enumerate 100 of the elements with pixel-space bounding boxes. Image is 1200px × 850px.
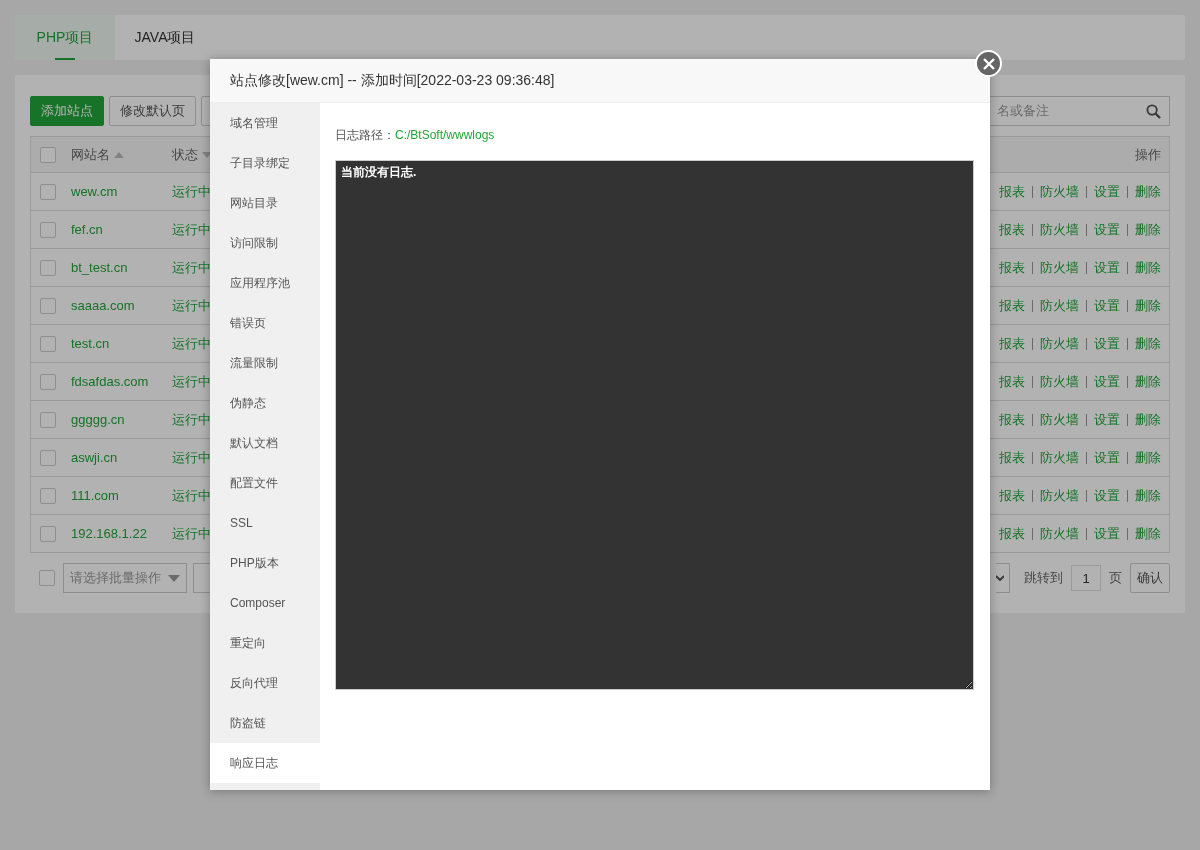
action-link[interactable]: 报表 [999,181,1025,202]
site-name-link[interactable]: aswji.cn [71,447,172,468]
caret-icon [996,575,1004,581]
column-header: 网站名 [71,145,110,164]
action-link[interactable]: 设置 [1094,447,1120,468]
action-link[interactable]: 设置 [1094,219,1120,240]
sidebar-item[interactable]: 默认文档 [210,423,320,463]
sidebar-item[interactable]: 响应日志 [210,743,320,783]
sidebar-item[interactable]: 应用程序池 [210,263,320,303]
tab[interactable]: PHP项目 [15,15,115,60]
action-link[interactable]: 设置 [1094,295,1120,316]
sidebar-item[interactable]: 网站目录 [210,183,320,223]
action-link[interactable]: 删除 [1135,523,1161,544]
action-link[interactable]: 设置 [1094,485,1120,506]
action-link[interactable]: 删除 [1135,295,1161,316]
action-link[interactable]: 报表 [999,409,1025,430]
action-link[interactable]: 设置 [1094,333,1120,354]
action-link[interactable]: 防火墙 [1040,447,1079,468]
sidebar-item[interactable]: 子目录绑定 [210,143,320,183]
action-link[interactable]: 报表 [999,447,1025,468]
checkbox[interactable] [40,525,56,542]
action-link[interactable]: 报表 [999,333,1025,354]
action-link[interactable]: 删除 [1135,219,1161,240]
site-name-link[interactable]: fef.cn [71,219,172,240]
site-name-link[interactable]: 111.com [71,485,172,506]
action-link[interactable]: 防火墙 [1040,523,1079,544]
site-name-link[interactable]: ggggg.cn [71,409,172,430]
action-link[interactable]: 删除 [1135,447,1161,468]
checkbox[interactable] [40,449,56,466]
action-link[interactable]: 删除 [1135,257,1161,278]
site-name-link[interactable]: test.cn [71,333,172,354]
sort-up-icon[interactable] [114,150,124,159]
log-path-link[interactable]: C:/BtSoft/wwwlogs [395,128,495,142]
log-textarea[interactable]: 当前没有日志. [335,159,974,690]
action-link[interactable]: 删除 [1135,333,1161,354]
caret-icon [168,574,180,582]
site-name-link[interactable]: saaaa.com [71,295,172,316]
checkbox[interactable] [40,146,56,163]
action-link[interactable]: 防火墙 [1040,371,1079,392]
action-link[interactable]: 删除 [1135,485,1161,506]
action-link[interactable]: 设置 [1094,371,1120,392]
checkbox[interactable] [40,487,56,504]
sidebar-item[interactable]: 错误页 [210,303,320,343]
checkbox[interactable] [40,183,56,200]
action-link[interactable]: 设置 [1094,257,1120,278]
action-link[interactable]: 报表 [999,219,1025,240]
sidebar-item[interactable]: 访问限制 [210,223,320,263]
action-link[interactable]: 报表 [999,523,1025,544]
site-name-link[interactable]: wew.cm [71,181,172,202]
page-input[interactable]: 1 [1071,565,1101,591]
search-icon[interactable] [1146,103,1161,119]
sidebar-item[interactable]: 配置文件 [210,463,320,503]
sidebar-item[interactable]: 伪静态 [210,383,320,423]
page-size-select[interactable] [996,563,1010,593]
sidebar-item[interactable]: Composer [210,583,320,623]
action-link[interactable]: 防火墙 [1040,181,1079,202]
checkbox[interactable] [40,221,56,238]
action-link[interactable]: 删除 [1135,371,1161,392]
sidebar-item[interactable]: 重定向 [210,623,320,663]
action-link[interactable]: 防火墙 [1040,219,1079,240]
tab[interactable]: JAVA项目 [115,15,215,60]
site-name-link[interactable]: bt_test.cn [71,257,172,278]
action-link[interactable]: 防火墙 [1040,409,1079,430]
sidebar-item[interactable]: 防盗链 [210,703,320,743]
checkbox[interactable] [40,259,56,276]
sidebar-item[interactable]: PHP版本 [210,543,320,583]
page-unit-label: 页 [1109,569,1122,588]
action-link[interactable]: 设置 [1094,523,1120,544]
action-link[interactable]: 防火墙 [1040,485,1079,506]
site-name-link[interactable]: 192.168.1.22 [71,523,172,544]
action-link[interactable]: 防火墙 [1040,295,1079,316]
action-link[interactable]: 报表 [999,371,1025,392]
column-header: 操作 [1135,145,1161,164]
checkbox[interactable] [39,570,55,586]
site-name-link[interactable]: fdsafdas.com [71,371,172,392]
action-link[interactable]: 报表 [999,295,1025,316]
sidebar-item[interactable]: 反向代理 [210,663,320,703]
checkbox[interactable] [40,373,56,390]
dialog-title: 站点修改[wew.cm] -- 添加时间[2022-03-23 09:36:48] [210,59,990,103]
action-link[interactable]: 删除 [1135,409,1161,430]
confirm-button[interactable]: 确认 [1130,563,1170,593]
action-link[interactable]: 防火墙 [1040,333,1079,354]
action-link[interactable]: 删除 [1135,181,1161,202]
checkbox[interactable] [40,335,56,352]
toolbar-button[interactable]: 修改默认页 [109,96,196,126]
sidebar-item[interactable]: SSL [210,503,320,543]
checkbox[interactable] [40,297,56,314]
action-link[interactable]: 报表 [999,485,1025,506]
sidebar-item[interactable]: 域名管理 [210,103,320,143]
action-link[interactable]: 防火墙 [1040,257,1079,278]
close-icon [982,57,995,70]
action-link[interactable]: 设置 [1094,409,1120,430]
toolbar-button[interactable]: 添加站点 [30,96,104,126]
sort-down-icon[interactable] [202,150,212,159]
action-link[interactable]: 设置 [1094,181,1120,202]
sidebar-item[interactable]: 流量限制 [210,343,320,383]
checkbox[interactable] [40,411,56,428]
action-link[interactable]: 报表 [999,257,1025,278]
batch-select[interactable]: 请选择批量操作 [63,563,187,593]
column-header: 状态 [172,145,198,164]
